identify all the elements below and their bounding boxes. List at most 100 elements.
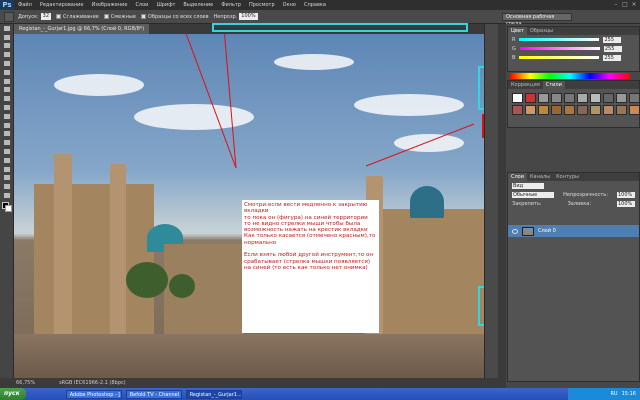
style-swatch[interactable] bbox=[525, 105, 536, 115]
tab-channels[interactable]: Каналы bbox=[527, 173, 553, 181]
slider-value-input[interactable]: 255 bbox=[603, 36, 622, 43]
style-swatch[interactable] bbox=[616, 105, 627, 115]
zoom-readout[interactable]: 66,75% bbox=[16, 380, 35, 386]
style-swatch[interactable] bbox=[577, 105, 588, 115]
style-swatch[interactable] bbox=[616, 93, 627, 103]
menu-file[interactable]: Файл bbox=[14, 0, 36, 10]
history-brush-tool-icon[interactable] bbox=[0, 103, 14, 112]
workspace-select[interactable]: Основная рабочая среда bbox=[502, 13, 572, 27]
panel-dock-strip[interactable] bbox=[484, 24, 498, 378]
menu-help[interactable]: Справка bbox=[300, 0, 330, 10]
magic-wand-tool-icon[interactable] bbox=[0, 50, 14, 59]
slider-track[interactable] bbox=[519, 47, 600, 50]
hand-tool-icon[interactable] bbox=[0, 182, 14, 191]
pen-tool-icon[interactable] bbox=[0, 147, 14, 156]
document-tab[interactable]: Registan_-_Gurjar1.jpg @ 66,7% (Слой 0, … bbox=[14, 24, 150, 34]
path-select-tool-icon[interactable] bbox=[0, 165, 14, 174]
color-swatches[interactable] bbox=[0, 200, 13, 214]
antialias-checkbox[interactable] bbox=[56, 14, 62, 19]
tab-paths[interactable]: Контуры bbox=[553, 173, 582, 181]
document-canvas[interactable]: Смотри:если вести медленно к закрытию вк… bbox=[14, 34, 484, 378]
blur-tool-icon[interactable] bbox=[0, 130, 14, 139]
slider-value-input[interactable]: 255 bbox=[603, 54, 622, 61]
task-image-window[interactable]: Registan_-_Gurjar1... bbox=[185, 389, 242, 399]
brush-tool-icon[interactable] bbox=[0, 86, 14, 95]
style-swatch[interactable] bbox=[551, 105, 562, 115]
blend-mode-select[interactable]: Обычные bbox=[512, 191, 554, 198]
contiguous-checkbox[interactable] bbox=[103, 14, 109, 19]
dodge-tool-icon[interactable] bbox=[0, 138, 14, 147]
tolerance-input[interactable]: 32 bbox=[40, 13, 52, 20]
style-swatch[interactable] bbox=[512, 93, 523, 103]
gradient-tool-icon[interactable] bbox=[0, 121, 14, 130]
opacity-input[interactable]: 100% bbox=[239, 13, 258, 20]
move-tool-icon[interactable] bbox=[0, 24, 14, 33]
tab-layers[interactable]: Слои bbox=[508, 173, 527, 181]
layer-opacity-input[interactable]: 100% bbox=[617, 191, 635, 198]
shape-tool-icon[interactable] bbox=[0, 174, 14, 183]
tab-color[interactable]: Цвет bbox=[508, 27, 527, 35]
task-photoshop[interactable]: Adobe Photoshop - [... bbox=[65, 389, 122, 399]
healing-tool-icon[interactable] bbox=[0, 77, 14, 86]
style-swatch[interactable] bbox=[629, 93, 640, 103]
sample-all-option[interactable]: Образцы со всех слоев bbox=[140, 13, 209, 20]
marquee-tool-icon[interactable] bbox=[0, 33, 14, 42]
color-slider-r[interactable]: R 255 bbox=[508, 35, 639, 44]
sample-all-checkbox[interactable] bbox=[140, 14, 146, 19]
tab-styles[interactable]: Стили bbox=[542, 81, 565, 89]
style-swatch[interactable] bbox=[538, 105, 549, 115]
eyedropper-tool-icon[interactable] bbox=[0, 68, 14, 77]
antialias-option[interactable]: Сглаживание bbox=[56, 14, 99, 20]
start-button[interactable]: пуск bbox=[0, 388, 26, 400]
style-swatch[interactable] bbox=[590, 93, 601, 103]
crop-tool-icon[interactable] bbox=[0, 59, 14, 68]
menu-window[interactable]: Окно bbox=[279, 0, 300, 10]
close-icon[interactable]: × bbox=[630, 1, 638, 8]
style-swatch[interactable] bbox=[590, 105, 601, 115]
lasso-tool-icon[interactable] bbox=[0, 42, 14, 51]
style-swatch[interactable] bbox=[564, 105, 575, 115]
collapsed-panel-icons bbox=[498, 24, 506, 388]
stamp-tool-icon[interactable] bbox=[0, 94, 14, 103]
menu-view[interactable]: Просмотр bbox=[245, 0, 279, 10]
layer-row[interactable]: Слой 0 bbox=[508, 225, 639, 237]
color-slider-g[interactable]: G 255 bbox=[508, 44, 639, 53]
eraser-tool-icon[interactable] bbox=[0, 112, 14, 121]
menu-edit[interactable]: Редактирование bbox=[36, 0, 88, 10]
color-slider-b[interactable]: B 255 bbox=[508, 53, 639, 62]
menu-image[interactable]: Изображение bbox=[87, 0, 131, 10]
style-swatch[interactable] bbox=[603, 93, 614, 103]
color-spectrum-bar[interactable] bbox=[510, 73, 630, 79]
language-indicator[interactable]: RU bbox=[610, 391, 617, 397]
maximize-icon[interactable]: □ bbox=[621, 1, 629, 8]
style-swatch[interactable] bbox=[512, 105, 523, 115]
style-swatch[interactable] bbox=[564, 93, 575, 103]
layer-name[interactable]: Слой 0 bbox=[538, 228, 556, 234]
style-swatch[interactable] bbox=[603, 105, 614, 115]
menu-layers[interactable]: Слои bbox=[131, 0, 152, 10]
menu-type[interactable]: Шрифт bbox=[152, 0, 179, 10]
style-swatch[interactable] bbox=[551, 93, 562, 103]
contiguous-option[interactable]: Смежные bbox=[103, 14, 136, 20]
fill-input[interactable]: 100% bbox=[616, 200, 635, 207]
minimize-icon[interactable]: – bbox=[612, 1, 620, 8]
style-swatch[interactable] bbox=[629, 105, 640, 115]
slider-track[interactable] bbox=[519, 38, 600, 41]
background-color-swatch[interactable] bbox=[5, 204, 12, 212]
zoom-tool-icon[interactable] bbox=[0, 191, 14, 200]
sample-all-label: Образцы со всех слоев bbox=[147, 13, 209, 20]
tool-preset-icon[interactable] bbox=[4, 11, 14, 22]
eye-icon[interactable] bbox=[512, 228, 518, 234]
task-browser[interactable]: Befold TV - Channel ... bbox=[125, 389, 182, 399]
menu-select[interactable]: Выделение bbox=[179, 0, 217, 10]
tab-swatches[interactable]: Образцы bbox=[527, 27, 556, 35]
tab-adjustments[interactable]: Коррекция bbox=[508, 81, 543, 89]
style-swatch[interactable] bbox=[525, 93, 536, 103]
style-swatch[interactable] bbox=[577, 93, 588, 103]
style-swatch[interactable] bbox=[538, 93, 549, 103]
type-tool-icon[interactable] bbox=[0, 156, 14, 165]
layer-kind-select[interactable]: Вид bbox=[512, 182, 544, 189]
menu-filter[interactable]: Фильтр bbox=[217, 0, 245, 10]
slider-track[interactable] bbox=[519, 56, 600, 59]
slider-value-input[interactable]: 255 bbox=[603, 45, 622, 52]
